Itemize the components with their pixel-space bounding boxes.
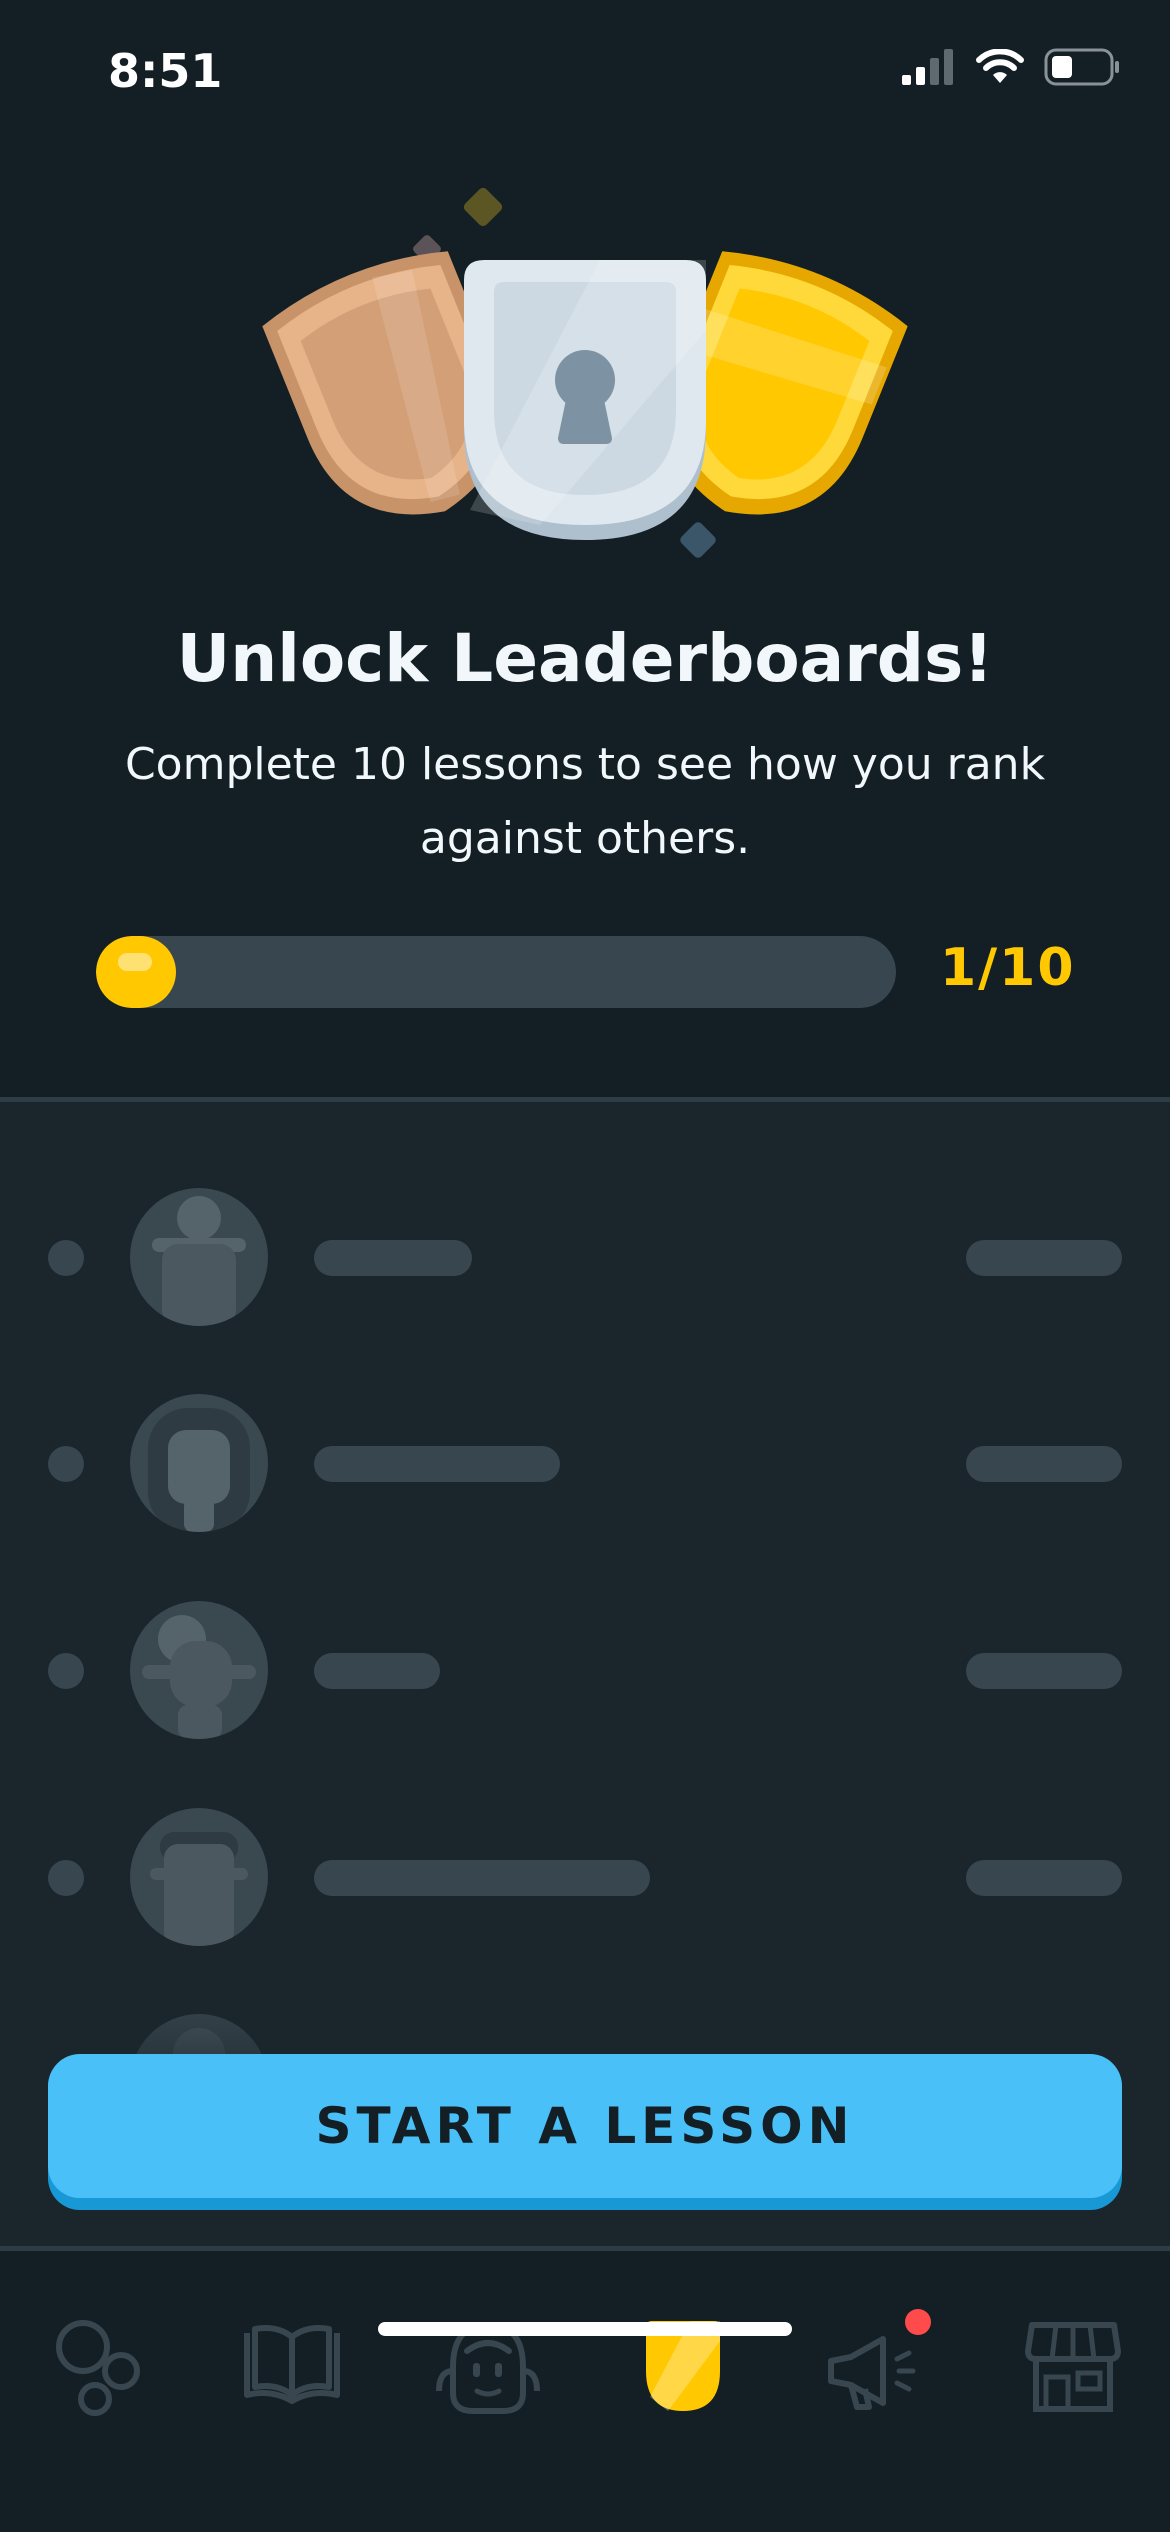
name-placeholder — [314, 1240, 472, 1276]
tab-shop[interactable] — [1018, 2311, 1128, 2421]
name-placeholder — [314, 1653, 440, 1689]
notification-badge — [905, 2309, 931, 2335]
score-placeholder — [966, 1446, 1122, 1482]
tab-learn[interactable] — [43, 2311, 153, 2421]
home-indicator[interactable] — [378, 2322, 792, 2336]
leaderboard-hero-illustration — [0, 180, 1170, 580]
shop-icon — [1025, 2322, 1121, 2412]
score-placeholder — [966, 1653, 1122, 1689]
avatar — [130, 1188, 268, 1326]
page-subtitle: Complete 10 lessons to see how you rank … — [124, 739, 1046, 864]
sparkle-icon — [463, 187, 503, 227]
score-placeholder — [966, 1240, 1122, 1276]
name-placeholder — [314, 1860, 650, 1896]
rank-placeholder — [48, 1653, 84, 1689]
name-placeholder — [314, 1446, 560, 1482]
status-bar: 8:51 — [0, 0, 1170, 150]
sparkle-icon — [680, 522, 716, 558]
tab-stories[interactable] — [237, 2311, 347, 2421]
avatar — [130, 1394, 268, 1532]
battery-icon — [1044, 48, 1119, 86]
rank-placeholder — [48, 1240, 84, 1276]
rank-placeholder — [48, 1446, 84, 1482]
progress-fill — [96, 936, 176, 1008]
cellular-signal-icon — [902, 49, 953, 85]
page-title: Unlock Leaderboards! — [176, 620, 994, 697]
start-lesson-button[interactable]: START A LESSON — [48, 2054, 1122, 2198]
list-item — [0, 1394, 1170, 1534]
progress-count: 1/10 — [940, 938, 1076, 998]
list-item — [0, 1601, 1170, 1741]
rank-placeholder — [48, 1860, 84, 1896]
start-lesson-label: START A LESSON — [315, 2097, 855, 2155]
list-item — [0, 1808, 1170, 1948]
avatar — [130, 1808, 268, 1946]
status-icons — [902, 48, 1120, 86]
score-placeholder — [966, 1860, 1122, 1896]
learn-circles-icon — [56, 2320, 140, 2416]
book-icon — [244, 2325, 340, 2404]
progress-shine — [118, 953, 152, 971]
status-time: 8:51 — [108, 44, 223, 98]
tab-news[interactable] — [823, 2309, 933, 2421]
silver-lock-shield-icon — [464, 260, 706, 540]
bottom-tab-bar — [0, 2251, 1170, 2532]
list-item — [0, 1188, 1170, 1328]
avatar — [130, 1601, 268, 1739]
lessons-progress-bar — [96, 936, 896, 1008]
wifi-icon — [976, 49, 1024, 83]
